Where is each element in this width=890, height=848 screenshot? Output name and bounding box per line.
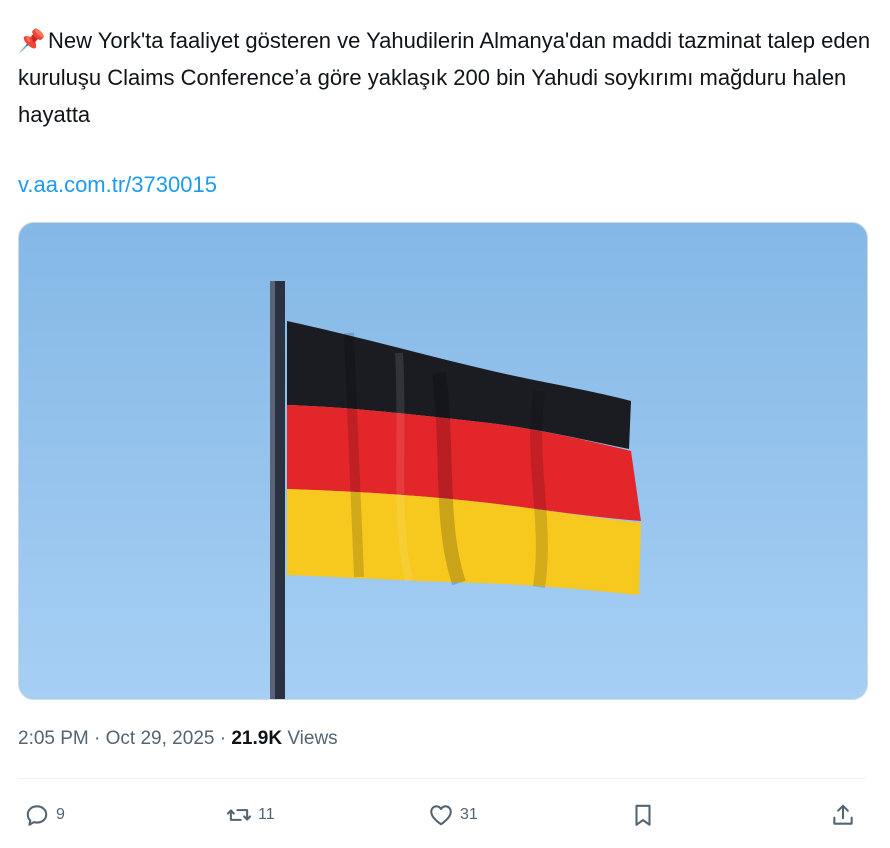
like-count: 31 — [460, 806, 478, 823]
tweet-body: New York'ta faaliyet gösteren ve Yahudil… — [18, 28, 871, 127]
reply-count: 9 — [56, 806, 65, 823]
tweet-link[interactable]: v.aa.com.tr/3730015 — [18, 168, 217, 202]
retweet-button[interactable]: 11 — [226, 793, 275, 837]
reply-icon — [26, 805, 48, 826]
heart-icon — [430, 805, 452, 826]
tweet-text: 📌 New York'ta faaliyet gösteren ve Yahudi… — [18, 22, 878, 133]
meta-separator: · — [219, 728, 227, 749]
meta-separator: · — [94, 728, 101, 749]
tweet-date[interactable]: Oct 29, 2025 — [106, 728, 215, 749]
tweet-media-photo[interactable] — [18, 222, 868, 700]
views-label: Views — [287, 728, 338, 749]
tweet-time[interactable]: 2:05 PM — [18, 728, 89, 749]
share-icon — [833, 804, 853, 825]
flag-fold — [530, 390, 548, 588]
bookmark-button[interactable] — [630, 793, 656, 837]
flag-pole-highlight — [270, 281, 275, 699]
divider — [18, 778, 866, 779]
retweet-count: 11 — [258, 806, 275, 823]
bookmark-icon — [635, 804, 651, 826]
like-button[interactable]: 31 — [428, 793, 478, 837]
share-button[interactable] — [830, 793, 856, 837]
reply-button[interactable]: 9 — [24, 793, 65, 837]
german-flag-photo — [19, 223, 867, 699]
pushpin-icon: 📌 — [18, 28, 46, 53]
views-count: 21.9K — [231, 728, 283, 749]
retweet-icon — [226, 809, 252, 821]
tweet-meta: 2:05 PM · Oct 29, 2025 · 21.9K Views — [18, 724, 338, 754]
tweet-actions: 9 11 31 — [0, 793, 890, 837]
